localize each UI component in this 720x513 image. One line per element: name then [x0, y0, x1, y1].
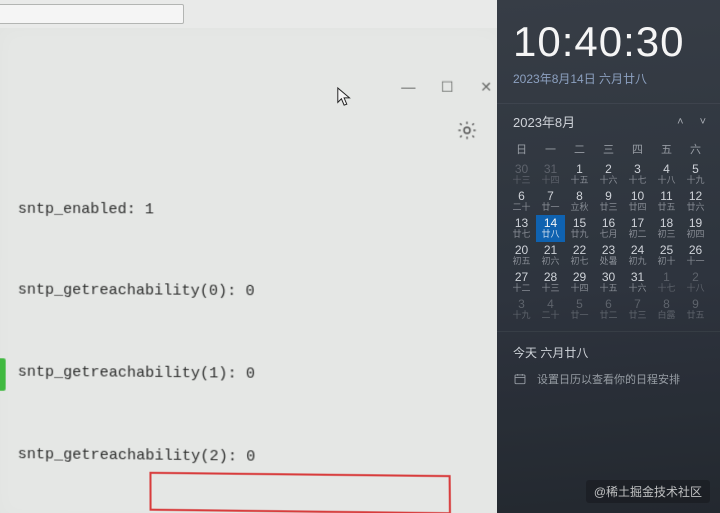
calendar-day[interactable]: 27十二	[507, 269, 536, 296]
dow-label: 五	[652, 137, 681, 161]
calendar-day[interactable]: 6廿二	[594, 296, 623, 323]
calendar-day[interactable]: 30十五	[594, 269, 623, 296]
agenda-panel: 今天 六月廿八 设置日历以查看你的日程安排	[497, 331, 720, 397]
minimize-button[interactable]: —	[400, 79, 416, 95]
calendar-day[interactable]: 7廿一	[536, 188, 565, 215]
calendar-day[interactable]: 10廿四	[623, 188, 652, 215]
calendar-day[interactable]: 29十四	[565, 269, 594, 296]
clock-panel: 10:40:30 2023年8月14日 六月廿八	[497, 0, 720, 91]
calendar-day[interactable]: 3十九	[507, 296, 536, 323]
gear-icon[interactable]	[456, 119, 479, 146]
browser-tab-label[interactable]: nfo	[0, 4, 184, 24]
window-controls: — ☐ ✕	[400, 79, 494, 95]
browser-address-bar: nfo	[0, 0, 497, 29]
calendar-day[interactable]: 1十七	[652, 269, 681, 296]
close-button[interactable]: ✕	[478, 79, 495, 95]
calendar-day[interactable]: 2十八	[681, 269, 710, 296]
calendar-day[interactable]: 31十六	[623, 269, 652, 296]
divider	[497, 103, 720, 104]
calendar-day[interactable]: 8立秋	[565, 188, 594, 215]
calendar-day[interactable]: 13廿七	[507, 215, 536, 242]
dow-label: 六	[681, 137, 710, 161]
terminal-output[interactable]: sntp_enabled: 1 sntp_getreachability(0):…	[18, 158, 493, 513]
terminal-window: — ☐ ✕ sntp_enabled: 1 sntp_getreachabili…	[0, 28, 507, 513]
agenda-today-label: 今天 六月廿八	[513, 344, 706, 361]
calendar-day[interactable]: 18初三	[652, 215, 681, 242]
calendar-day[interactable]: 3十七	[623, 161, 652, 188]
calendar-day[interactable]: 21初六	[536, 242, 565, 269]
calendar-day[interactable]: 9廿五	[681, 296, 710, 323]
calendar-day[interactable]: 4二十	[536, 296, 565, 323]
calendar-grid: 日一二三四五六 30十三31十四1十五2十六3十七4十八5十九 6二十7廿一8立秋…	[497, 133, 720, 325]
calendar-day[interactable]: 23处暑	[594, 242, 623, 269]
calendar-day[interactable]: 5十九	[681, 161, 710, 188]
calendar-day[interactable]: 20初五	[507, 242, 536, 269]
calendar-icon	[513, 372, 527, 386]
next-month-button[interactable]: ˅	[700, 116, 706, 128]
side-indicator	[0, 358, 6, 391]
clock-time: 10:40:30	[513, 18, 704, 66]
calendar-day[interactable]: 16七月	[594, 215, 623, 242]
calendar-day[interactable]: 4十八	[652, 161, 681, 188]
dow-label: 三	[594, 137, 623, 161]
calendar-day[interactable]: 5廿一	[565, 296, 594, 323]
watermark-label: @稀土掘金技术社区	[586, 480, 710, 503]
log-line: sntp_getreachability(2): 0	[18, 445, 492, 471]
calendar-day[interactable]: 12廿六	[681, 188, 710, 215]
dow-label: 一	[536, 137, 565, 161]
calendar-day[interactable]: 31十四	[536, 161, 565, 188]
calendar-day[interactable]: 2十六	[594, 161, 623, 188]
calendar-day[interactable]: 22初七	[565, 242, 594, 269]
dow-label: 日	[507, 137, 536, 161]
prev-month-button[interactable]: ˄	[677, 116, 683, 128]
log-line: sntp_getreachability(0): 0	[18, 281, 490, 305]
log-line: sntp_enabled: 1	[18, 199, 490, 222]
annotation-rectangle	[149, 472, 451, 513]
calendar-day[interactable]: 1十五	[565, 161, 594, 188]
calendar-day[interactable]: 6二十	[507, 188, 536, 215]
calendar-day[interactable]: 11廿五	[652, 188, 681, 215]
calendar-day[interactable]: 15廿九	[565, 215, 594, 242]
agenda-setup-link[interactable]: 设置日历以查看你的日程安排	[513, 371, 706, 387]
log-line: sntp_getreachability(1): 0	[18, 362, 491, 387]
calendar-day-today[interactable]: 14廿八	[536, 215, 565, 242]
agenda-empty-text: 设置日历以查看你的日程安排	[537, 371, 680, 387]
calendar-day[interactable]: 25初十	[652, 242, 681, 269]
calendar-day[interactable]: 9廿三	[594, 188, 623, 215]
month-label[interactable]: 2023年8月	[513, 112, 575, 131]
dow-label: 二	[565, 137, 594, 161]
calendar-day[interactable]: 17初二	[623, 215, 652, 242]
calendar-day[interactable]: 30十三	[507, 161, 536, 188]
calendar-flyout: 10:40:30 2023年8月14日 六月廿八 2023年8月 ˄ ˅ 日一二…	[497, 0, 720, 513]
calendar-day[interactable]: 28十三	[536, 269, 565, 296]
dow-label: 四	[623, 137, 652, 161]
calendar-day[interactable]: 7廿三	[623, 296, 652, 323]
maximize-button[interactable]: ☐	[439, 79, 456, 95]
calendar-day[interactable]: 26十一	[681, 242, 710, 269]
calendar-day[interactable]: 24初九	[623, 242, 652, 269]
calendar-day[interactable]: 8白露	[652, 296, 681, 323]
clock-date[interactable]: 2023年8月14日 六月廿八	[513, 70, 704, 87]
calendar-day[interactable]: 19初四	[681, 215, 710, 242]
